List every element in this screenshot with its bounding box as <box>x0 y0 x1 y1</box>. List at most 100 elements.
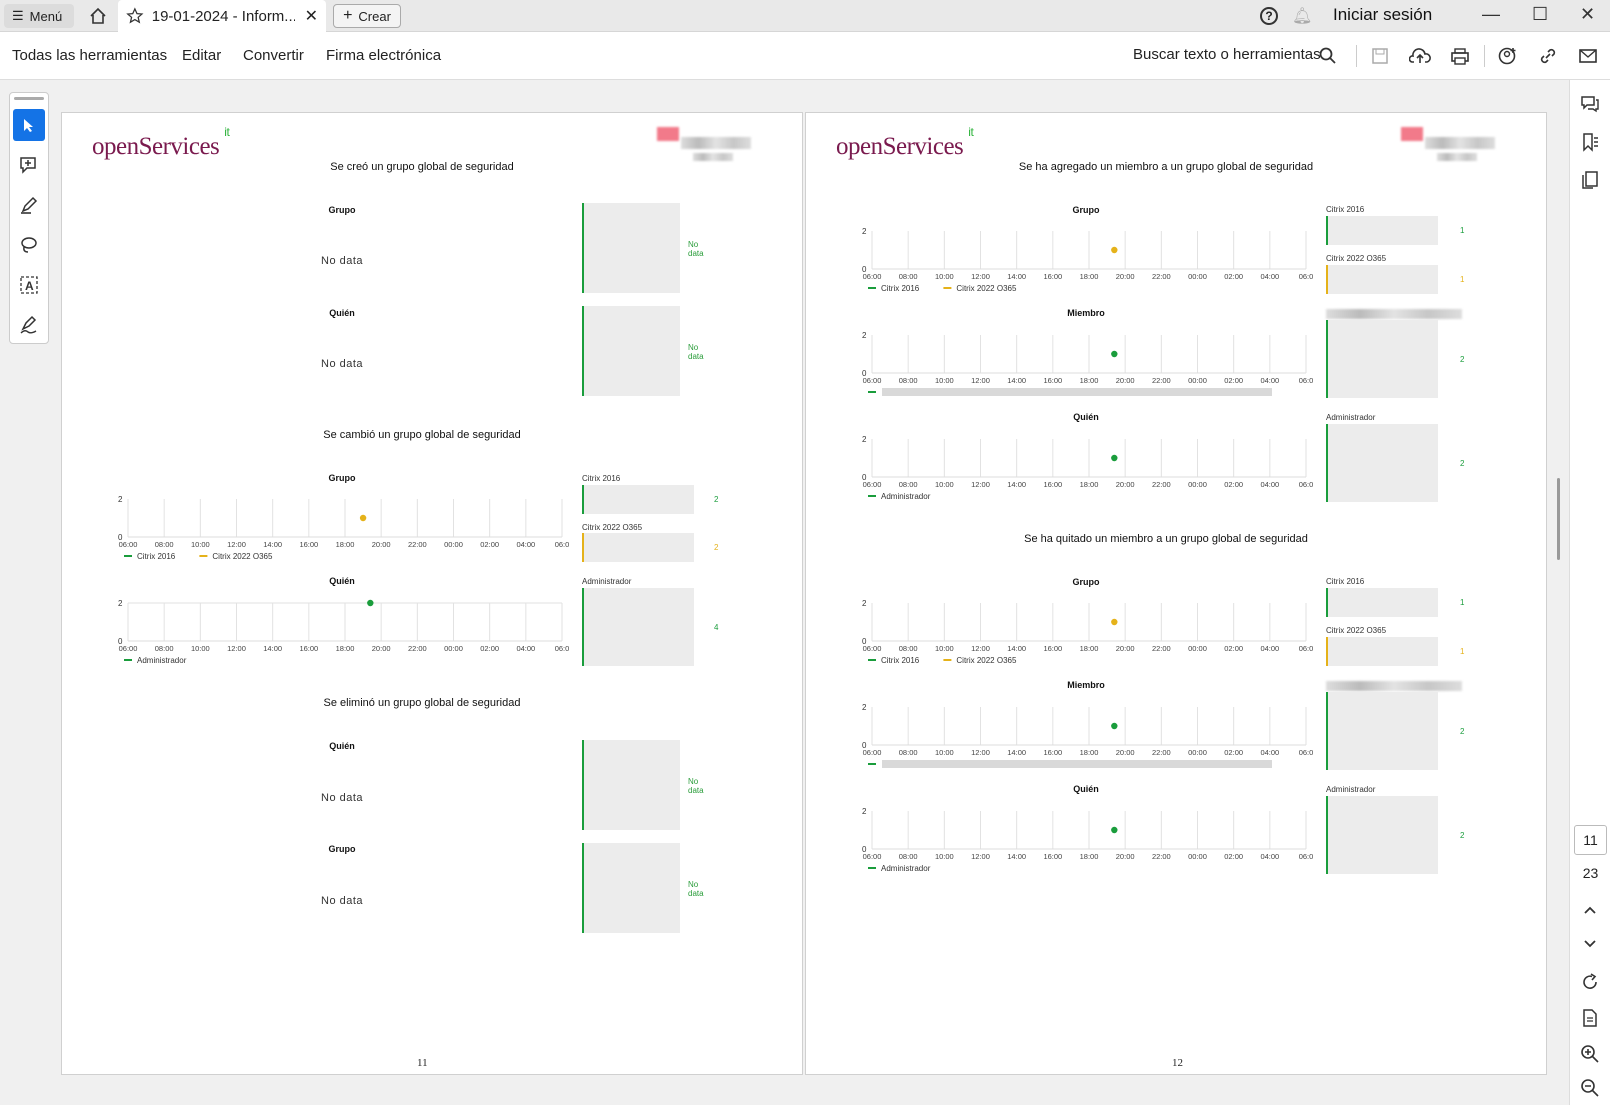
comments-panel-icon[interactable] <box>1578 92 1602 116</box>
bell-icon[interactable]: 🔔︎ <box>1292 6 1312 26</box>
drag-handle[interactable] <box>14 97 44 100</box>
link-icon[interactable] <box>1536 44 1560 68</box>
series-label: Citrix 2016 <box>582 474 621 483</box>
text-select-icon[interactable]: A <box>13 269 45 301</box>
panel-title: Miembro <box>1067 680 1105 690</box>
edit-menu[interactable]: Editar <box>182 47 221 64</box>
x-tick-label: 18:00 <box>1080 376 1099 385</box>
zoom-in-icon[interactable] <box>1578 1042 1602 1066</box>
zoom-out-icon[interactable] <box>1578 1076 1602 1100</box>
series-label: Citrix 2022 O365 <box>1326 254 1387 263</box>
convert-menu[interactable]: Convertir <box>243 47 304 64</box>
page-fit-icon[interactable] <box>1578 1006 1602 1030</box>
x-tick-label: 08:00 <box>899 376 918 385</box>
x-tick-label: 14:00 <box>1007 480 1026 489</box>
stat-box <box>1326 796 1438 874</box>
x-tick-label: 06:0 <box>1299 748 1314 757</box>
home-button[interactable] <box>86 4 110 28</box>
stat-box <box>1326 216 1438 245</box>
upload-cloud-icon[interactable] <box>1408 44 1432 68</box>
rotate-icon[interactable] <box>1578 970 1602 994</box>
section-title: Se eliminó un grupo global de seguridad <box>323 697 521 709</box>
x-tick-label: 04:00 <box>516 540 535 549</box>
y-tick-label: 2 <box>862 331 867 340</box>
stat-box <box>582 843 680 933</box>
no-data-small: No data <box>688 240 704 258</box>
x-tick-label: 10:00 <box>191 540 210 549</box>
data-point <box>1111 722 1118 730</box>
close-window-icon[interactable]: ✕ <box>1580 4 1595 25</box>
annotation-toolbar: A <box>9 92 49 344</box>
x-tick-label: 20:00 <box>1116 852 1135 861</box>
title-bar: ☰ Menú 19-01-2024 - Inform... ✕ + Crear ? … <box>0 0 1610 32</box>
x-tick-label: 04:00 <box>1260 748 1279 757</box>
panel-title: Grupo <box>1072 577 1100 587</box>
panel-title: Grupo <box>328 473 356 483</box>
share-user-icon[interactable] <box>1496 44 1520 68</box>
help-icon[interactable]: ? <box>1260 7 1278 25</box>
series-count: 2 <box>1460 459 1465 468</box>
x-tick-label: 02:00 <box>1224 852 1243 861</box>
pages-panel-icon[interactable] <box>1578 168 1602 192</box>
esign-menu[interactable]: Firma electrónica <box>326 47 441 64</box>
time-series-chart: 2006:00 08:00 10:00 12:00 14:00 16:00 18:00 20:… <box>862 807 1313 873</box>
time-series-chart: 2006:00 08:00 10:00 12:00 14:00 16:00 18:00 20:… <box>862 435 1313 501</box>
current-page-input[interactable]: 11 <box>1574 825 1607 855</box>
bookmarks-panel-icon[interactable] <box>1578 130 1602 154</box>
search-icon[interactable] <box>1316 44 1340 68</box>
signin-button[interactable]: Iniciar sesión <box>1333 5 1432 25</box>
redacted-stamp <box>1401 127 1497 163</box>
signature-pen-icon[interactable] <box>13 309 45 341</box>
x-tick-label: 14:00 <box>1007 852 1026 861</box>
search-tools-input[interactable]: Buscar texto o herramientas <box>1133 46 1321 63</box>
section-title: Se ha agregado un miembro a un grupo glo… <box>1018 161 1314 173</box>
time-series-chart: 2006:00 08:00 10:00 12:00 14:00 16:00 18:00 20:… <box>118 495 569 561</box>
close-tab-icon[interactable]: ✕ <box>305 6 318 26</box>
x-tick-label: 00:00 <box>1188 748 1207 757</box>
stat-box <box>582 203 680 293</box>
series-label: Administrador <box>1326 785 1376 794</box>
minimize-icon[interactable]: — <box>1482 4 1500 25</box>
series-label: Citrix 2016 <box>1326 577 1365 586</box>
maximize-icon[interactable]: ☐ <box>1532 4 1548 25</box>
pdf-page-11: openServices it Se creó un grupo global d… <box>61 112 803 1075</box>
previous-page-icon[interactable] <box>1578 898 1602 922</box>
y-tick-label: 2 <box>118 599 123 608</box>
section-title: Se ha quitado un miembro a un grupo glob… <box>1024 533 1308 545</box>
data-point <box>1111 618 1118 626</box>
time-series-chart: 2006:00 08:00 10:00 12:00 14:00 16:00 18:00 20:… <box>862 331 1313 396</box>
series-label: Citrix 2016 <box>1326 205 1365 214</box>
all-tools-menu[interactable]: Todas las herramientas <box>12 47 167 64</box>
redacted-member-label <box>1326 309 1462 319</box>
x-tick-label: 12:00 <box>971 376 990 385</box>
x-tick-label: 22:00 <box>1152 376 1171 385</box>
create-button[interactable]: + Crear <box>333 4 401 28</box>
star-icon[interactable] <box>126 7 144 25</box>
x-tick-label: 16:00 <box>299 540 318 549</box>
x-tick-label: 02:00 <box>1224 272 1243 281</box>
email-icon[interactable] <box>1576 44 1600 68</box>
x-tick-label: 12:00 <box>971 272 990 281</box>
next-page-icon[interactable] <box>1578 932 1602 956</box>
x-tick-label: 04:00 <box>1260 852 1279 861</box>
highlight-pen-icon[interactable] <box>13 189 45 221</box>
x-tick-label: 18:00 <box>1080 748 1099 757</box>
print-icon[interactable] <box>1448 44 1472 68</box>
no-data-text: No data <box>321 358 364 370</box>
x-tick-label: 20:00 <box>1116 480 1135 489</box>
x-tick-label: 14:00 <box>1007 644 1026 653</box>
x-tick-label: 14:00 <box>1007 272 1026 281</box>
vertical-scrollbar[interactable] <box>1557 478 1560 560</box>
series-count: 2 <box>1460 831 1465 840</box>
select-tool-icon[interactable] <box>13 109 45 141</box>
create-label: Crear <box>358 8 391 24</box>
menu-button[interactable]: ☰ Menú <box>4 4 74 28</box>
legend-label: Citrix 2022 O365 <box>212 552 273 561</box>
no-data-text: No data <box>321 255 364 267</box>
lasso-draw-icon[interactable] <box>13 229 45 261</box>
document-tab[interactable]: 19-01-2024 - Inform... ✕ <box>118 0 326 32</box>
add-comment-icon[interactable] <box>13 149 45 181</box>
total-pages: 23 <box>1582 865 1599 881</box>
save-icon[interactable] <box>1368 44 1392 68</box>
x-tick-label: 06:00 <box>119 540 138 549</box>
